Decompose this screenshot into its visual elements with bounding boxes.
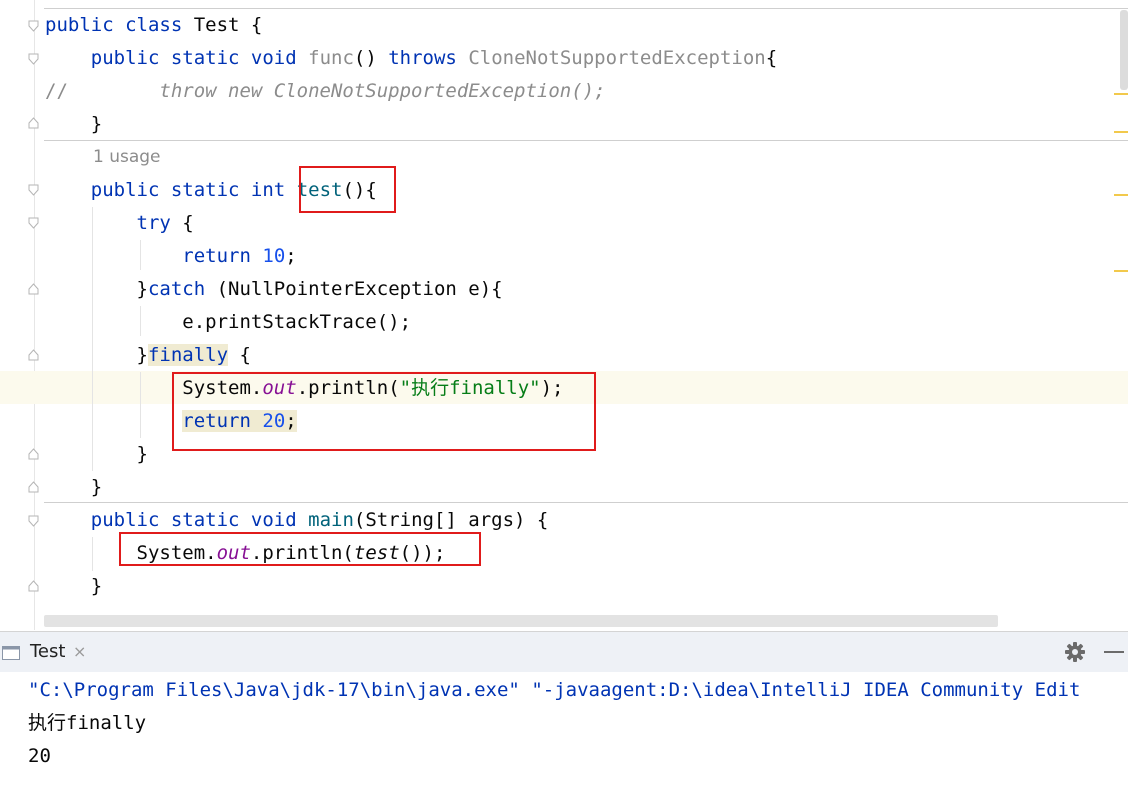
code-editor[interactable]: public class Test { public static void f… <box>0 0 1128 630</box>
warning-marker[interactable] <box>1114 93 1128 95</box>
class-name: Test { <box>182 14 263 36</box>
close-icon[interactable]: × <box>73 642 86 661</box>
code-text: ; <box>285 245 297 267</box>
fold-close-icon[interactable] <box>28 349 39 361</box>
code-line-return-10[interactable]: return 10; <box>45 240 297 273</box>
fold-close-icon[interactable] <box>28 580 39 592</box>
usage-hint[interactable]: 1 usage <box>93 142 161 172</box>
code-text: } <box>45 113 103 135</box>
number-literal: 10 <box>262 245 286 267</box>
method-separator <box>44 502 1128 503</box>
brace: { <box>765 47 778 69</box>
editor-gutter[interactable] <box>0 0 44 630</box>
console-command-line: "C:\Program Files\Java\jdk-17\bin\java.e… <box>28 679 1081 701</box>
code-line-close-brace[interactable]: } <box>45 438 148 471</box>
gear-icon[interactable] <box>1064 641 1086 663</box>
method-separator <box>44 140 1128 141</box>
code-line-print-stack[interactable]: e.printStackTrace(); <box>45 306 411 339</box>
console-tab-icon <box>2 645 20 660</box>
fold-close-icon[interactable] <box>28 283 39 295</box>
code-text: (String[] args) { <box>353 509 549 531</box>
annotation-box-finally-body <box>172 372 596 451</box>
code-text: { <box>170 212 194 234</box>
code-line-close-brace[interactable]: } <box>45 570 102 603</box>
code-text: } <box>45 476 103 498</box>
code-text: (NullPointerException e){ <box>205 278 503 300</box>
warning-marker[interactable] <box>1114 194 1128 196</box>
annotation-box-test-method <box>299 166 396 213</box>
annotation-box-main-println <box>119 532 481 566</box>
paren: () <box>353 47 389 69</box>
console-output-line: 20 <box>28 745 51 767</box>
keyword: throws <box>388 47 457 69</box>
code-text: e.printStackTrace(); <box>45 311 412 333</box>
warning-marker[interactable] <box>1114 131 1128 133</box>
code-line-try[interactable]: try { <box>45 207 194 240</box>
code-line-comment[interactable]: // throw new CloneNotSupportedException(… <box>45 75 606 108</box>
code-line-finally[interactable]: }finally { <box>45 339 251 372</box>
code-line-func-decl[interactable]: public static void func() throws CloneNo… <box>45 42 777 75</box>
fold-open-icon[interactable] <box>28 20 39 32</box>
keyword: return <box>182 245 251 267</box>
run-tab-test[interactable]: Test <box>30 641 65 662</box>
brace: } <box>136 344 148 366</box>
exception-type: CloneNotSupportedException <box>468 47 766 69</box>
code-line-catch[interactable]: }catch (NullPointerException e){ <box>45 273 503 306</box>
code-text: } <box>45 443 148 465</box>
console-output-line: 执行finally <box>28 712 147 734</box>
gutter-divider <box>34 0 35 630</box>
code-line-class-decl[interactable]: public class Test { <box>45 9 262 42</box>
comment-body: throw new CloneNotSupportedException(); <box>67 80 606 102</box>
keyword: catch <box>147 278 206 300</box>
fold-open-icon[interactable] <box>28 184 39 196</box>
fold-close-icon[interactable] <box>28 448 39 460</box>
code-text: } <box>45 575 103 597</box>
code-text: { <box>228 344 251 366</box>
method-name: main <box>308 509 354 531</box>
horizontal-scrollbar[interactable] <box>44 615 998 627</box>
code-line-close-brace[interactable]: } <box>45 108 102 141</box>
fold-close-icon[interactable] <box>28 117 39 129</box>
vertical-scrollbar[interactable] <box>1120 10 1128 90</box>
keyword: finally <box>147 344 229 366</box>
code-line-close-brace[interactable]: } <box>45 471 102 504</box>
keyword: public static void <box>90 47 297 69</box>
fold-open-icon[interactable] <box>28 53 39 65</box>
comment-slashes: // <box>45 80 68 102</box>
method-name: func <box>308 47 354 69</box>
minimize-icon[interactable] <box>1104 651 1124 653</box>
keyword: public static void <box>90 509 297 531</box>
run-panel-header: Test × <box>0 631 1128 672</box>
keyword: try <box>136 212 171 234</box>
fold-open-icon[interactable] <box>28 217 39 229</box>
fold-open-icon[interactable] <box>28 515 39 527</box>
fold-close-icon[interactable] <box>28 481 39 493</box>
warning-marker[interactable] <box>1114 270 1128 272</box>
keyword: public class <box>45 14 183 36</box>
keyword: public static int <box>90 179 286 201</box>
console-output[interactable]: "C:\Program Files\Java\jdk-17\bin\java.e… <box>0 672 1128 793</box>
brace: } <box>136 278 148 300</box>
